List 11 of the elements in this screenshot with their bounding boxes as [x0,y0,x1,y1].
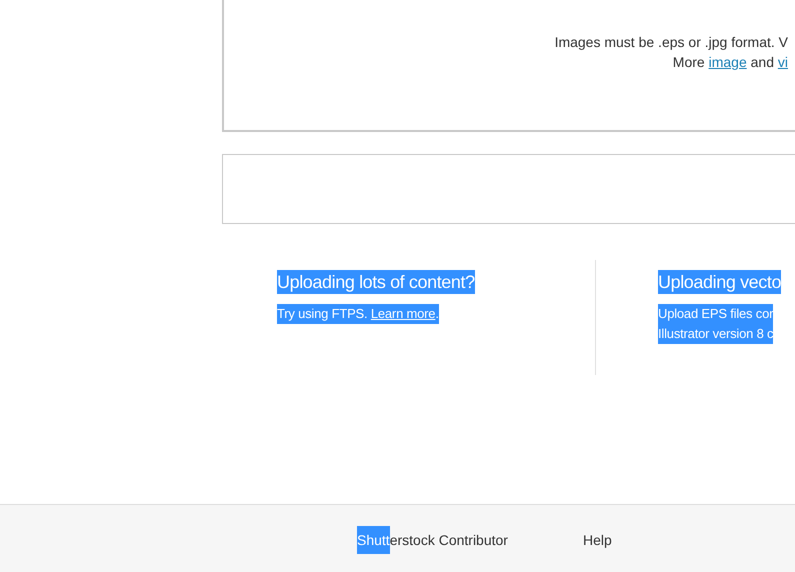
tip-title: Uploading lots of content? [277,270,475,294]
learn-more-link[interactable]: Learn more [370,306,436,321]
text-link[interactable]: vi [778,54,788,70]
text-link[interactable]: image [708,54,747,70]
upload-info-text: Images must be .eps or .jpg format. V [554,33,788,52]
footer-link[interactable]: Help [582,524,612,554]
upload-info-text: More image and vi [672,53,788,72]
footer-link[interactable]: Shutterstock Contributor [357,524,508,554]
tip-text: Try using FTPS. Learn more. [277,304,439,324]
tip-title: Uploading vecto [658,270,782,294]
tip-text: Upload EPS files cor Illustrator version 8 c [658,304,774,344]
